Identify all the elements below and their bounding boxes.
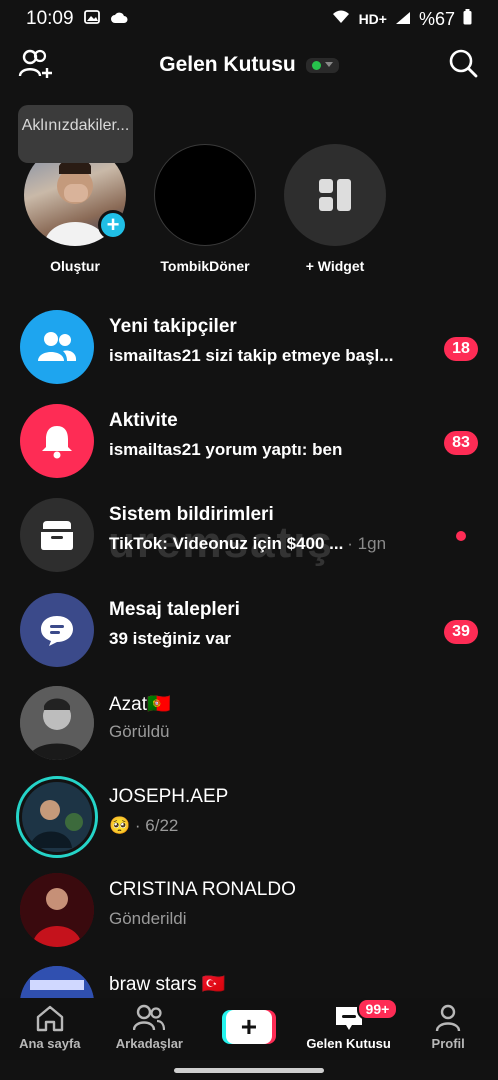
battery-icon xyxy=(463,8,472,30)
add-story-icon[interactable]: + xyxy=(98,210,128,240)
online-dot xyxy=(311,60,321,70)
online-status-toggle[interactable] xyxy=(305,57,339,73)
note-tooltip[interactable]: Aklınızdakiler... xyxy=(18,105,133,163)
row-time: · 1gn xyxy=(347,534,387,553)
people-icon xyxy=(38,332,77,361)
bottom-navigation: Ana sayfa Arkadaşlar + 99+ Gelen Kutusu … xyxy=(0,998,498,1060)
nav-profile-label: Profil xyxy=(431,1036,465,1051)
friends-icon xyxy=(133,1004,166,1031)
row-title: CRISTINA RONALDO xyxy=(109,879,296,900)
avatar xyxy=(20,686,94,760)
widget-avatar xyxy=(284,144,386,246)
nav-create[interactable]: + xyxy=(199,998,299,1060)
list-item-brawstars[interactable]: braw stars 🇹🇷 xyxy=(0,958,498,998)
inbox-tray-icon xyxy=(41,521,73,550)
nav-home-label: Ana sayfa xyxy=(19,1036,81,1051)
list-item-activity[interactable]: Aktivite ismailtas21 yorum yaptı: ben 83 xyxy=(0,396,498,484)
story-label-create: Oluştur xyxy=(50,258,100,274)
list-item-cristina[interactable]: CRISTINA RONALDO Gönderildi xyxy=(0,865,498,953)
watermark: uremsatış xyxy=(108,518,334,567)
wifi-icon xyxy=(331,9,351,30)
row-subtitle: Görüldü xyxy=(109,722,170,741)
nav-profile[interactable]: Profil xyxy=(398,998,498,1060)
row-subtitle: 39 isteğiniz var xyxy=(109,629,231,648)
create-button[interactable]: + xyxy=(221,1010,276,1044)
status-time: 10:09 xyxy=(26,8,74,29)
row-title: Mesaj talepleri xyxy=(109,599,240,620)
battery-percent: %67 xyxy=(418,8,455,29)
story-widget[interactable]: + Widget xyxy=(275,144,395,274)
row-title: Azat🇵🇹 xyxy=(109,694,171,715)
inbox-badge: 99+ xyxy=(356,998,399,1020)
row-subtitle: ismailtas21 yorum yaptı: ben xyxy=(109,440,343,459)
row-title: braw stars 🇹🇷 xyxy=(109,974,226,995)
list-item-message-requests[interactable]: Mesaj talepleri 39 isteğiniz var 39 xyxy=(0,585,498,673)
list-item-azat[interactable]: Azat🇵🇹 Görüldü xyxy=(0,678,498,766)
gallery-icon xyxy=(83,8,100,30)
cloud-icon xyxy=(110,8,128,30)
nav-inbox-label: Gelen Kutusu xyxy=(306,1036,391,1051)
unread-badge: 83 xyxy=(444,431,478,455)
story-avatar xyxy=(154,144,256,246)
story-label-tombikdoner: TombikDöner xyxy=(160,258,250,274)
story-tombikdoner[interactable]: TombikDöner xyxy=(145,144,265,274)
search-button[interactable] xyxy=(448,48,478,83)
nav-friends-label: Arkadaşlar xyxy=(115,1036,183,1051)
unread-badge: 39 xyxy=(444,620,478,644)
story-create[interactable]: + Oluştur xyxy=(15,144,135,274)
requests-avatar xyxy=(20,593,94,667)
profile-icon xyxy=(435,1004,461,1032)
signal-icon xyxy=(395,9,411,30)
plus-icon: + xyxy=(225,1010,272,1044)
list-item-new-followers[interactable]: Yeni takipçiler ismailtas21 sizi takip e… xyxy=(0,302,498,390)
row-subtitle: ismailtas21 sizi takip etmeye başl... xyxy=(109,346,394,365)
widget-icon xyxy=(319,179,351,211)
system-avatar xyxy=(20,498,94,572)
avatar xyxy=(16,776,98,858)
story-label-widget: + Widget xyxy=(305,258,365,274)
nav-home[interactable]: Ana sayfa xyxy=(0,998,100,1060)
row-title: Yeni takipçiler xyxy=(109,316,237,337)
add-friends-button[interactable] xyxy=(18,48,54,85)
avatar xyxy=(20,873,94,947)
unread-dot xyxy=(456,531,466,541)
chevron-down-icon xyxy=(324,62,333,67)
row-title: Aktivite xyxy=(109,410,178,431)
followers-avatar xyxy=(20,310,94,384)
avatar xyxy=(20,966,94,998)
unread-badge: 18 xyxy=(444,337,478,361)
add-friends-icon xyxy=(18,49,52,78)
network-label: HD+ xyxy=(358,11,387,27)
nav-inbox[interactable]: 99+ Gelen Kutusu xyxy=(299,998,399,1060)
nav-friends[interactable]: Arkadaşlar xyxy=(100,998,200,1060)
bell-icon xyxy=(42,426,72,459)
search-icon xyxy=(449,49,478,78)
home-indicator[interactable] xyxy=(174,1068,324,1073)
activity-avatar xyxy=(20,404,94,478)
list-item-joseph[interactable]: JOSEPH.AEP 🥺 · 6/22 xyxy=(0,772,498,860)
page-title: Gelen Kutusu xyxy=(159,53,296,76)
status-bar: 10:09 HD+ %67 xyxy=(0,0,498,38)
inbox-header: Gelen Kutusu xyxy=(0,42,498,88)
chat-bubble-icon xyxy=(41,616,73,646)
row-subtitle: Gönderildi xyxy=(109,909,187,928)
home-icon xyxy=(36,1005,63,1032)
row-title: JOSEPH.AEP xyxy=(109,786,229,807)
row-subtitle: 🥺 · 6/22 xyxy=(109,816,179,835)
